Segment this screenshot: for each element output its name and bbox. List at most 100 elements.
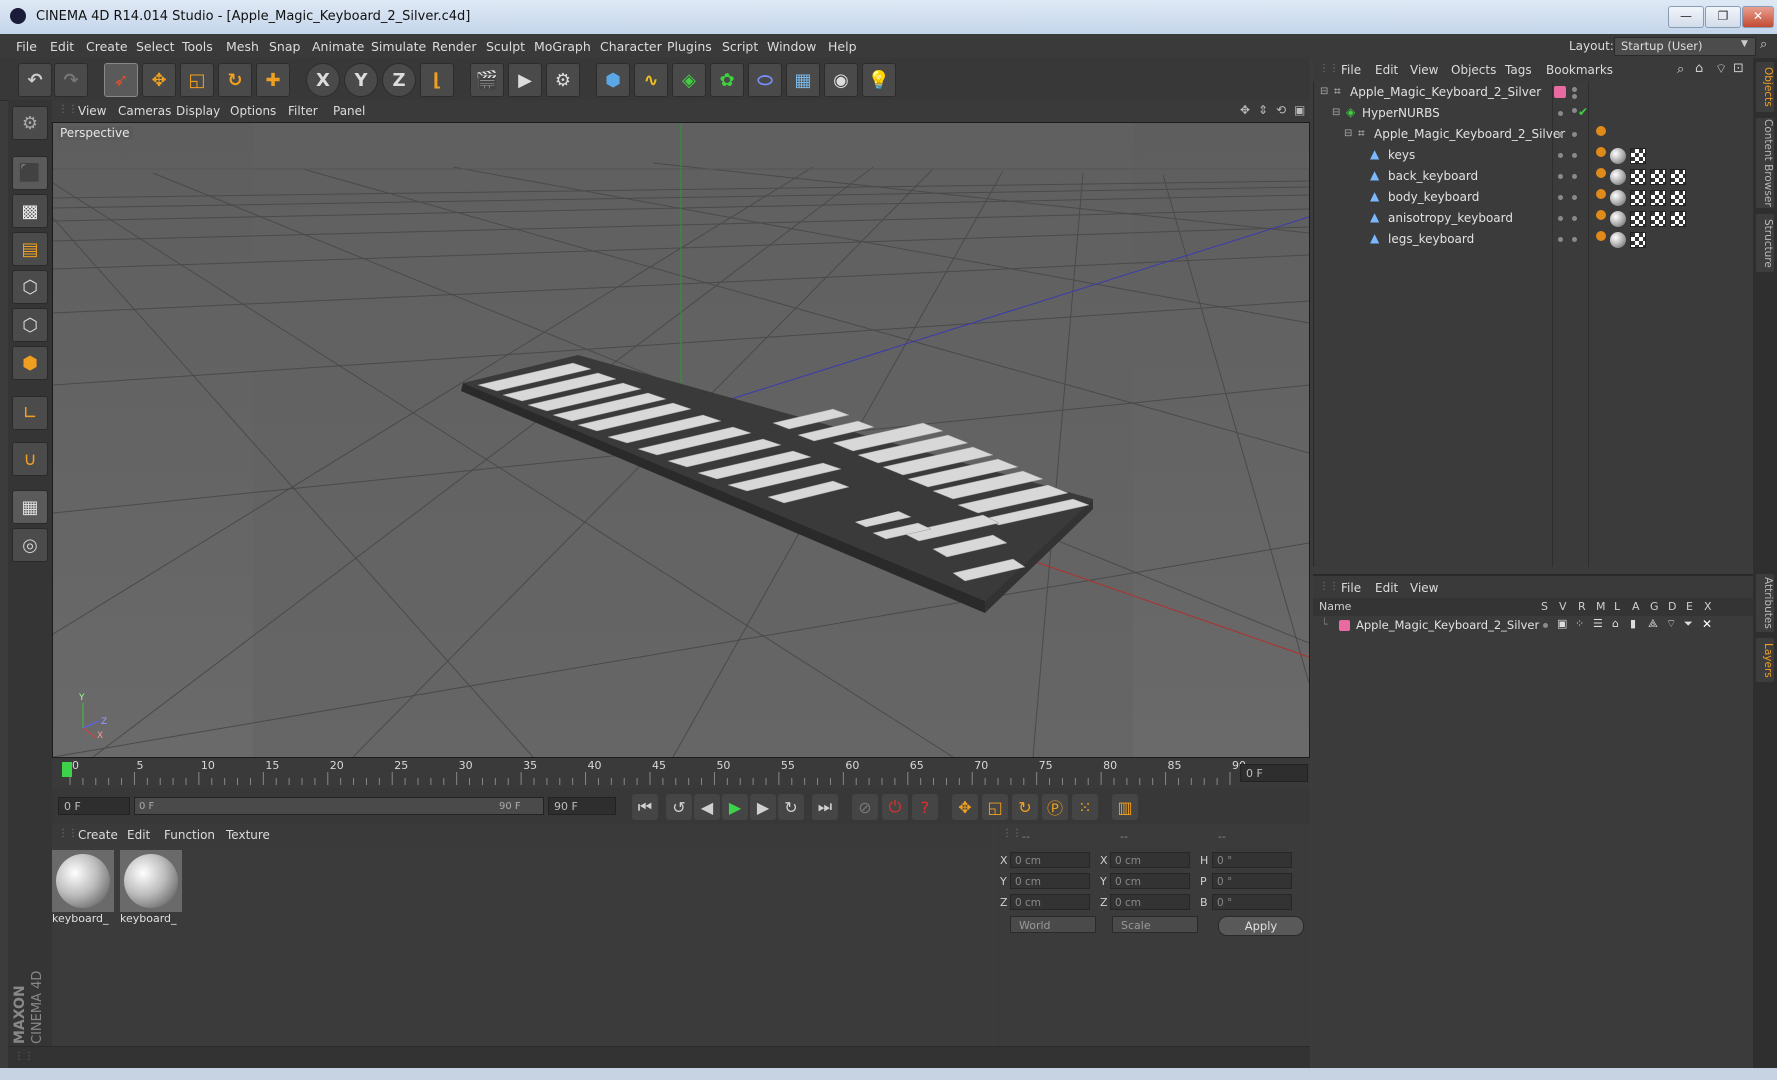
objects-menu-tags[interactable]: Tags <box>1505 63 1532 77</box>
add-nurbs-button[interactable]: ◈ <box>672 63 706 97</box>
material-tag-icon[interactable] <box>1610 190 1626 206</box>
points-mode-button[interactable]: ⬡ <box>12 270 48 304</box>
visibility-editor-dot[interactable] <box>1558 195 1563 200</box>
coordinate-space-dropdown[interactable]: World <box>1010 916 1096 933</box>
object-row[interactable]: ▲ keys <box>1314 145 1754 166</box>
viewport-menu-view[interactable]: View <box>78 104 106 118</box>
object-row[interactable]: ⊟ ⌗ Apple_Magic_Keyboard_2_Silver <box>1314 124 1754 145</box>
menu-help[interactable]: Help <box>828 39 857 54</box>
objects-menu-file[interactable]: File <box>1341 63 1361 77</box>
layers-menu-view[interactable]: View <box>1410 581 1438 595</box>
render-picture-viewer-button[interactable]: ▶ <box>508 63 542 97</box>
render-settings-button[interactable]: ⚙ <box>546 63 580 97</box>
eye-icon[interactable]: ▣ <box>1557 617 1567 630</box>
manager-icon[interactable]: ☰ <box>1593 617 1603 630</box>
lock-icon[interactable]: ⌂ <box>1612 617 1619 630</box>
phong-tag-icon[interactable] <box>1596 231 1606 241</box>
size-y-field[interactable]: 0 cm <box>1110 873 1190 889</box>
pan-view-icon[interactable]: ✥ <box>1240 103 1250 117</box>
scale-tool-button[interactable]: ◱ <box>180 63 214 97</box>
next-frame-button[interactable]: ▶ <box>750 794 776 820</box>
texture-tag-icon[interactable] <box>1630 211 1646 227</box>
close-button[interactable]: ✕ <box>1742 6 1774 28</box>
phong-tag-icon[interactable] <box>1596 168 1606 178</box>
previous-frame-button[interactable]: ◀ <box>694 794 720 820</box>
keyframe-selection-button[interactable]: ? <box>912 794 938 820</box>
texture-mode-button[interactable]: ▩ <box>12 194 48 228</box>
snap-button[interactable]: ∪ <box>12 442 48 476</box>
texture-tag-icon[interactable] <box>1670 211 1686 227</box>
layer-color-swatch[interactable] <box>1339 620 1350 631</box>
add-spline-button[interactable]: ∿ <box>634 63 668 97</box>
layer-color-swatch[interactable] <box>1554 86 1566 98</box>
pos-z-field[interactable]: 0 cm <box>1010 894 1090 910</box>
generator-icon[interactable]: ⟁ <box>1648 617 1658 631</box>
end-frame-field[interactable]: 90 F <box>548 797 616 815</box>
recent-tool-button[interactable]: ✚ <box>256 63 290 97</box>
timeline-ruler[interactable]: 0 5 10 15 20 25 30 35 40 45 50 55 60 65 70 75 80 85 90 0 F <box>52 758 1310 788</box>
object-row[interactable]: ▲ body_keyboard <box>1314 187 1754 208</box>
visibility-render-dot[interactable] <box>1572 132 1577 137</box>
menu-script[interactable]: Script <box>722 39 758 54</box>
material-tag-icon[interactable] <box>1610 169 1626 185</box>
deformer-icon[interactable]: ⌔ <box>1666 617 1676 631</box>
pos-y-field[interactable]: 0 cm <box>1010 873 1090 889</box>
objects-menu-edit[interactable]: Edit <box>1375 63 1398 77</box>
viewport-menu-cameras[interactable]: Cameras <box>118 104 171 118</box>
texture-tag-icon[interactable] <box>1650 190 1666 206</box>
axis-z-lock-button[interactable]: Z <box>382 63 416 97</box>
timeline-playhead[interactable] <box>62 762 72 777</box>
add-array-button[interactable]: ✿ <box>710 63 744 97</box>
material-menu-create[interactable]: Create <box>78 828 118 842</box>
side-tab-attributes[interactable]: Attributes <box>1756 574 1774 632</box>
layer-row[interactable]: └ Apple_Magic_Keyboard_2_Silver ▣ ⁘ ☰ ⌂ … <box>1313 616 1753 637</box>
coordinate-system-button[interactable]: ⌊ <box>420 63 454 97</box>
visibility-editor-dot[interactable] <box>1558 237 1563 242</box>
object-row[interactable]: ⊟ ⌗ Apple_Magic_Keyboard_2_Silver <box>1314 82 1754 103</box>
phong-tag-icon[interactable] <box>1596 126 1606 136</box>
preview-range-slider[interactable]: 0 F 90 F <box>134 797 544 815</box>
rotate-tool-button[interactable]: ↻ <box>218 63 252 97</box>
material-swatch[interactable]: keyboard_ <box>52 850 114 928</box>
side-tab-structure[interactable]: Structure <box>1756 214 1774 272</box>
material-tag-icon[interactable] <box>1610 232 1626 248</box>
visibility-editor-dot[interactable] <box>1558 174 1563 179</box>
model-mode-button[interactable]: ⬛ <box>12 156 48 190</box>
material-swatch[interactable]: keyboard_ <box>120 850 182 928</box>
menu-character[interactable]: Character <box>600 39 662 54</box>
restore-button[interactable]: ❐ <box>1705 6 1741 28</box>
axis-mode-button[interactable]: ∟ <box>12 396 48 430</box>
edges-mode-button[interactable]: ⬡ <box>12 308 48 342</box>
goto-start-button[interactable]: ⏮ <box>632 794 658 820</box>
key-parameter-button[interactable]: Ⓟ <box>1042 794 1068 820</box>
objects-menu-view[interactable]: View <box>1410 63 1438 77</box>
size-x-field[interactable]: 0 cm <box>1110 852 1190 868</box>
search-icon[interactable]: ⌕ <box>1677 62 1684 77</box>
search-icon[interactable]: ⌕ <box>1760 37 1767 52</box>
texture-tag-icon[interactable] <box>1630 148 1646 164</box>
layers-menu-edit[interactable]: Edit <box>1375 581 1398 595</box>
material-menu-edit[interactable]: Edit <box>127 828 150 842</box>
phong-tag-icon[interactable] <box>1596 147 1606 157</box>
menu-edit[interactable]: Edit <box>50 39 74 54</box>
render-icon[interactable]: ⁘ <box>1575 617 1584 630</box>
size-mode-dropdown[interactable]: Scale <box>1112 916 1198 933</box>
xref-icon[interactable]: ✕ <box>1702 617 1712 631</box>
visibility-render-dot[interactable] <box>1572 108 1577 113</box>
menu-create[interactable]: Create <box>86 39 128 54</box>
material-menu-function[interactable]: Function <box>164 828 215 842</box>
animation-icon[interactable]: ▮ <box>1630 617 1636 630</box>
play-button[interactable]: ▶ <box>722 794 748 820</box>
visibility-editor-dot[interactable] <box>1558 132 1563 137</box>
menu-render[interactable]: Render <box>432 39 477 54</box>
texture-tag-icon[interactable] <box>1650 169 1666 185</box>
expression-icon[interactable]: ⏷ <box>1684 617 1693 631</box>
menu-plugins[interactable]: Plugins <box>667 39 712 54</box>
menu-snap[interactable]: Snap <box>269 39 300 54</box>
polygons-mode-button[interactable]: ⬢ <box>12 346 48 380</box>
toggle-view-icon[interactable]: ▣ <box>1294 103 1305 117</box>
visibility-render-dot[interactable] <box>1572 237 1577 242</box>
add-light-button[interactable]: 💡 <box>862 63 896 97</box>
record-active-button[interactable]: ⊘ <box>852 794 878 820</box>
visibility-render-dot[interactable] <box>1572 195 1577 200</box>
